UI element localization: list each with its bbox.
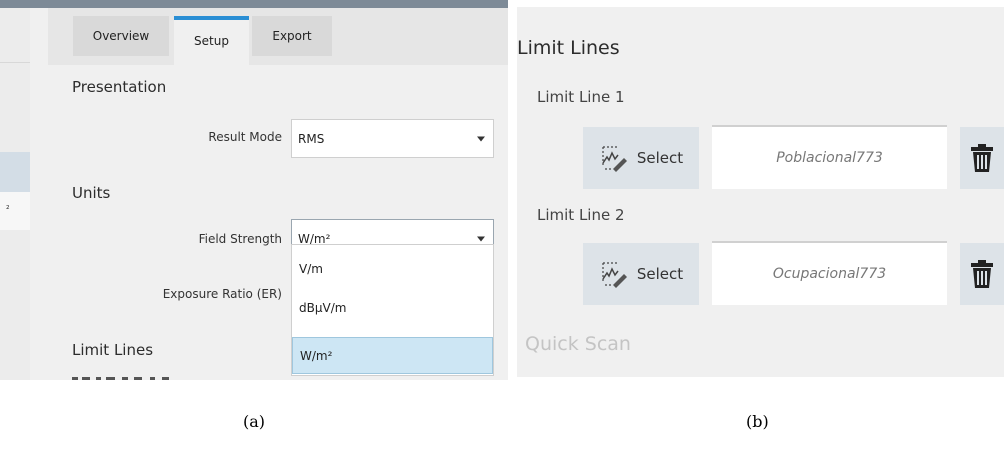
section-title-limit-lines: Limit Lines (72, 341, 154, 359)
result-mode-select[interactable]: RMS (291, 119, 494, 158)
tab-overview[interactable]: Overview (73, 16, 169, 56)
section-title-units: Units (72, 184, 111, 202)
chevron-down-icon (477, 136, 485, 141)
active-tab-indicator (174, 16, 249, 20)
limit-line-select-icon (602, 146, 627, 172)
limit-line-2-select-label: Select (636, 265, 684, 283)
caption-b: (b) (746, 412, 769, 431)
left-row-superscript: ² (6, 205, 10, 215)
field-strength-label: Field Strength (198, 232, 282, 246)
panel-b-limit-lines (517, 7, 1004, 377)
limit-line-1-select-button[interactable]: Select (583, 127, 699, 189)
limit-line-select-icon (602, 262, 627, 288)
tab-overview-label: Overview (92, 29, 150, 43)
tab-export-label: Export (272, 29, 312, 43)
limit-line-1-select-label: Select (636, 149, 684, 167)
limit-line-2-label: Limit Line 2 (537, 206, 625, 224)
field-strength-dropdown[interactable]: V/m dBµV/m W/m² (291, 244, 494, 376)
limit-line-1-label: Limit Line 1 (537, 88, 625, 106)
limit-line-2-select-button[interactable]: Select (583, 243, 699, 305)
dropdown-option-dbuv-per-m[interactable]: dBµV/m (292, 289, 493, 326)
tab-export[interactable]: Export (252, 16, 332, 56)
window-top-bar (0, 0, 508, 8)
dropdown-option-v-per-m[interactable]: V/m (292, 250, 493, 287)
caption-a: (a) (243, 412, 266, 431)
result-mode-value: RMS (298, 131, 325, 146)
left-strip-divider (0, 62, 30, 63)
exposure-ratio-label: Exposure Ratio (ER) (162, 287, 282, 301)
left-list-selected-row[interactable] (0, 152, 30, 192)
tab-setup-label: Setup (194, 33, 229, 48)
limit-line-1-delete-button[interactable] (960, 127, 1004, 189)
limit-line-1-name: Poblacional773 (776, 150, 883, 166)
limit-line-2-delete-button[interactable] (960, 243, 1004, 305)
trash-icon (971, 260, 993, 288)
result-mode-label: Result Mode (208, 130, 282, 144)
limit-line-2-name-field[interactable]: Ocupacional773 (712, 241, 947, 305)
chevron-down-icon (477, 236, 485, 241)
clipped-text-fragment (72, 375, 182, 380)
limit-line-1-name-field[interactable]: Poblacional773 (712, 125, 947, 189)
trash-icon (971, 144, 993, 172)
section-title-presentation: Presentation (72, 78, 167, 96)
limit-lines-title: Limit Lines (517, 37, 620, 59)
quick-scan-section-title: Quick Scan (525, 333, 631, 355)
dropdown-option-w-per-m2[interactable]: W/m² (292, 337, 493, 374)
tab-setup[interactable]: Setup (174, 16, 249, 65)
limit-line-2-name: Ocupacional773 (772, 266, 887, 282)
left-list-row[interactable] (0, 192, 30, 230)
